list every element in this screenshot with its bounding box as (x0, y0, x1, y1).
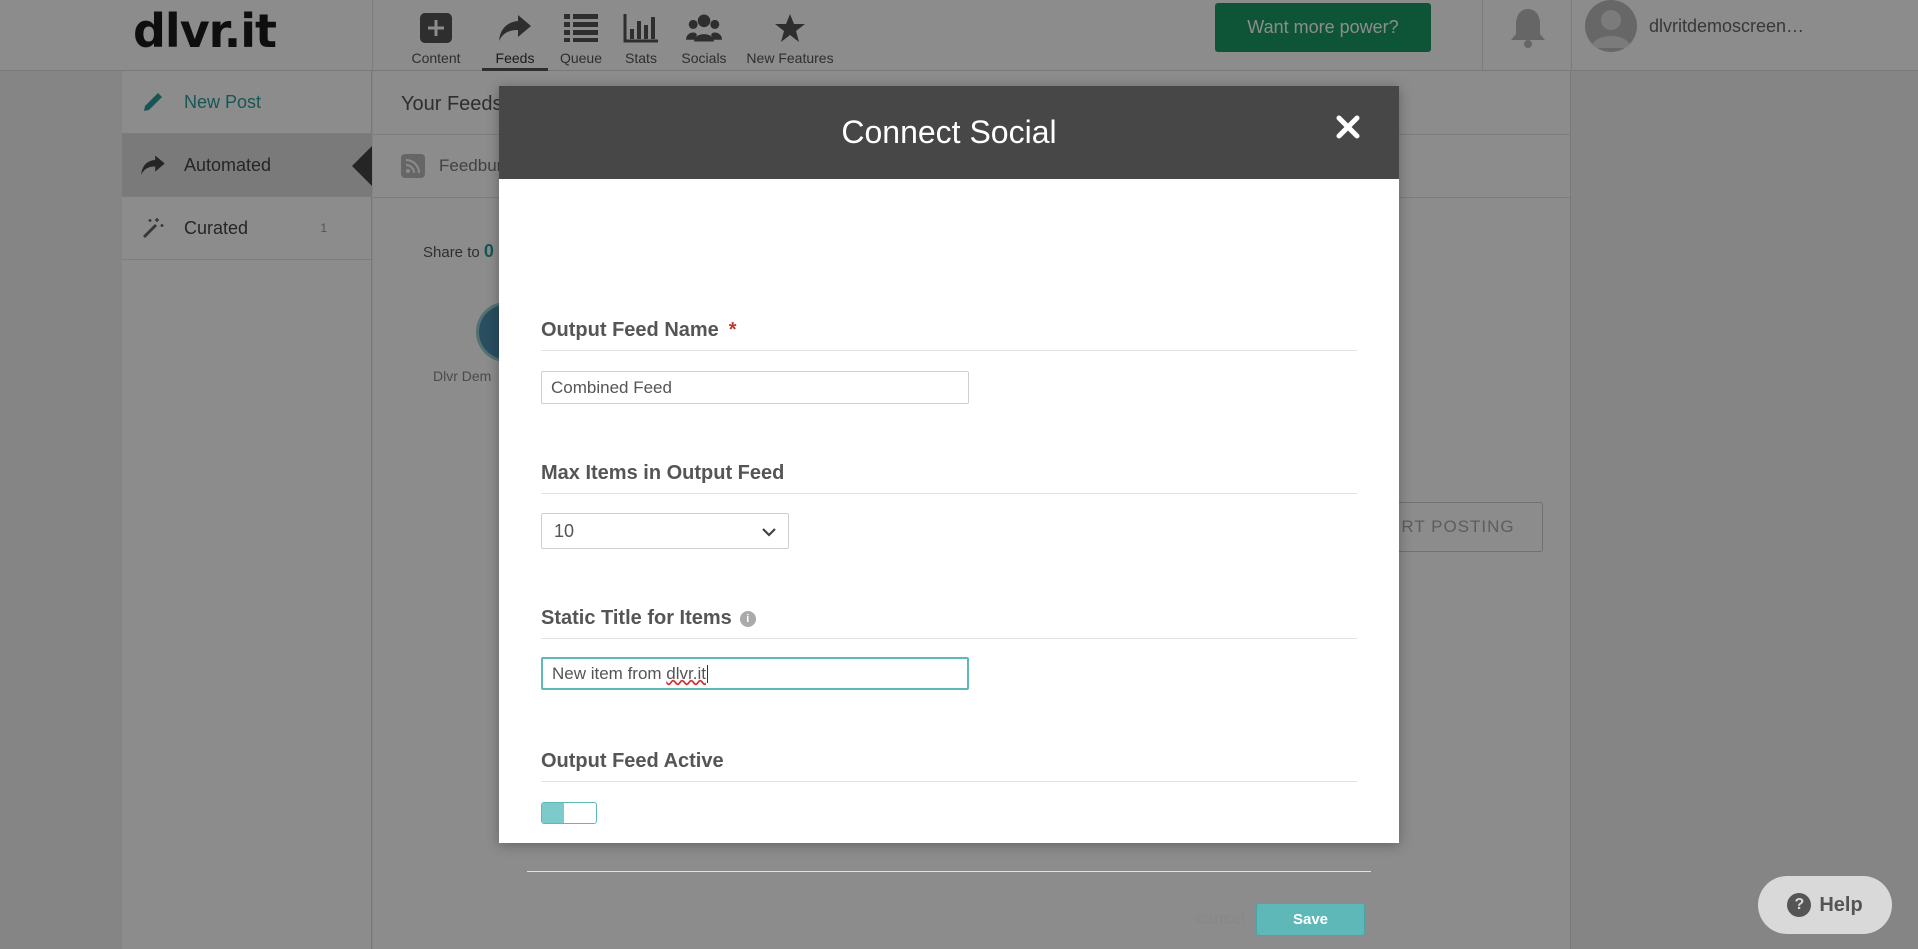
close-icon[interactable] (1333, 112, 1363, 142)
output-feed-active-label: Output Feed Active (541, 750, 724, 772)
info-icon[interactable]: i (739, 610, 756, 627)
misspelled-word: dlvr.it (666, 663, 706, 683)
static-title-input[interactable]: New item from dlvr.it (541, 657, 969, 690)
modal-title: Connect Social (841, 114, 1057, 150)
input-text: New item from (552, 663, 667, 683)
toggle-fill (542, 803, 564, 823)
text-cursor (706, 664, 708, 683)
field-label-text: Output Feed Name (541, 319, 719, 341)
select-value: 10 (554, 520, 575, 541)
footer-divider (527, 871, 1371, 872)
output-feed-name-input[interactable] (541, 371, 969, 404)
output-feed-name-label: Output Feed Name * (541, 319, 737, 342)
connect-social-modal: Connect Social Output Feed Name * Max It… (499, 86, 1399, 936)
field-divider (541, 350, 1357, 351)
save-button[interactable]: Save (1256, 903, 1365, 936)
max-items-select[interactable]: 10 (541, 513, 789, 549)
field-label-text: Static Title for Items (541, 607, 732, 629)
help-button[interactable]: ? Help (1758, 876, 1892, 934)
field-divider (541, 781, 1357, 782)
required-marker: * (728, 319, 737, 341)
cancel-button[interactable]: cancel (1196, 909, 1245, 929)
max-items-label: Max Items in Output Feed (541, 462, 785, 484)
static-title-label: Static Title for Items i (541, 607, 756, 630)
output-feed-active-toggle[interactable] (541, 802, 597, 824)
help-icon: ? (1787, 893, 1812, 917)
field-divider (541, 493, 1357, 494)
chevron-down-icon (760, 523, 778, 541)
help-label: Help (1819, 893, 1863, 916)
modal-header: Connect Social (499, 86, 1399, 179)
field-divider (541, 638, 1357, 639)
